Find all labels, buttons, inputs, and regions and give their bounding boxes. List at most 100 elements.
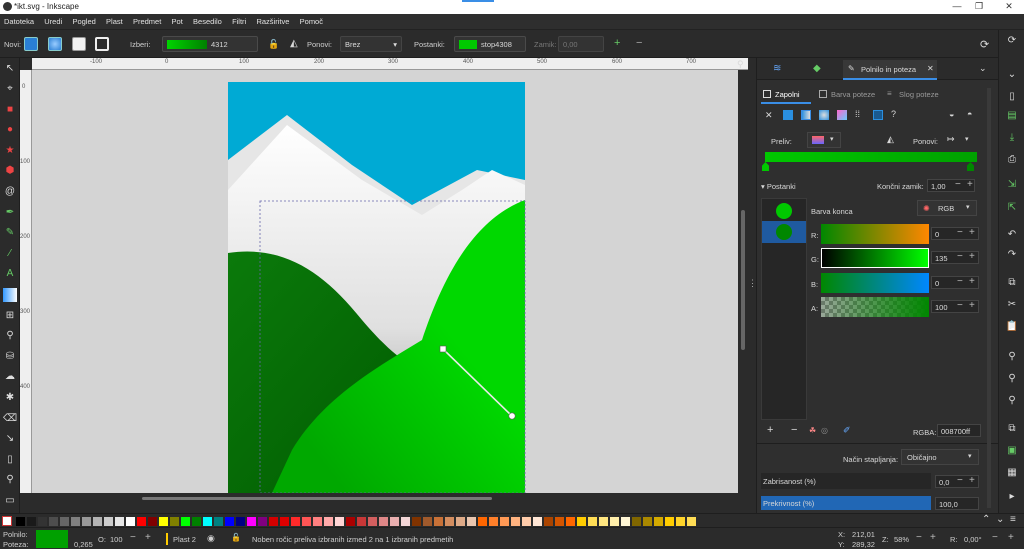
menu-extensions[interactable]: Razširitve [252,14,293,26]
canvas[interactable] [32,70,738,493]
fill-icon[interactable] [72,37,86,51]
palette-swatch[interactable] [610,517,619,526]
color-mode-select[interactable]: ✺ RGB ▾ [917,200,977,216]
palette-swatch[interactable] [533,517,542,526]
minus-icon[interactable]: − [957,475,963,486]
end-stop-marker[interactable] [967,162,974,171]
vertical-scrollbar[interactable] [738,70,748,493]
fill-indicator[interactable] [36,530,68,548]
palette-swatch[interactable] [192,517,201,526]
palette-swatch[interactable] [456,517,465,526]
no-paint-icon[interactable]: ✕ [765,110,773,121]
palette-swatch[interactable] [632,517,641,526]
palette-swatch[interactable] [16,517,25,526]
eraser-tool-icon[interactable]: ⌫ [3,412,17,426]
palette-swatch[interactable] [324,517,333,526]
palette-swatch[interactable] [82,517,91,526]
copy-icon[interactable]: ⧉ [1005,276,1019,290]
rgba-input[interactable]: 008700ff [937,424,981,437]
palette-swatch[interactable] [500,517,509,526]
add-stop-icon[interactable]: + [614,37,620,49]
minus-icon[interactable]: − [130,532,136,543]
zoom-selection-icon[interactable]: ⚲ [1005,350,1019,364]
layer-name[interactable]: Plast 2 [173,535,196,544]
objects-icon[interactable]: ◆ [813,63,821,74]
pen-tool-icon[interactable]: ✒ [3,206,17,220]
g-slider[interactable] [821,248,929,268]
minus-icon[interactable]: − [955,179,961,190]
lock-icon[interactable]: 🔓 [268,39,279,50]
tab-stroke-style[interactable]: Slog poteze [899,90,939,99]
b-slider[interactable] [821,273,929,293]
palette-swatch[interactable] [588,517,597,526]
tweak-tool-icon[interactable]: ☁ [3,370,17,384]
pattern-icon[interactable]: ⁞⁞ [855,109,860,119]
start-stop-marker[interactable] [762,162,769,171]
close-icon[interactable]: ✕ [927,64,934,73]
group-icon[interactable]: ▦ [1005,466,1019,480]
connector-tool-icon[interactable]: ↘ [3,432,17,446]
palette-swatch[interactable] [434,517,443,526]
mesh-gradient-icon[interactable] [837,110,847,120]
tab-fill[interactable]: Zapolni [775,90,800,99]
tab-stroke-paint[interactable]: Barva poteze [831,90,875,99]
print-icon[interactable]: ⎙ [1005,153,1019,167]
palette-swatch[interactable] [599,517,608,526]
clone-icon[interactable]: ▣ [1005,444,1019,458]
palette-swatch[interactable] [335,517,344,526]
spiral-tool-icon[interactable]: @ [3,185,17,199]
palette-swatch[interactable] [478,517,487,526]
palette-swatch[interactable] [665,517,674,526]
bucket-tool-icon[interactable]: ⛁ [3,350,17,364]
palette-swatch[interactable] [60,517,69,526]
palette-swatch[interactable] [313,517,322,526]
palette-swatch[interactable] [247,517,256,526]
stop-select[interactable]: stop4308 [454,36,526,52]
palette-swatch[interactable] [544,517,553,526]
gradient-start-handle[interactable] [439,345,447,353]
palette-swatch[interactable] [203,517,212,526]
blend-mode-select[interactable]: Običajno ▾ [901,449,979,465]
palette-swatch[interactable] [148,517,157,526]
plus-icon[interactable]: + [930,532,936,543]
ellipse-tool-icon[interactable]: ● [3,123,17,137]
close-button[interactable]: ✕ [996,1,1022,12]
out-of-gamut-icon[interactable]: ◎ [821,426,828,435]
palette-swatch[interactable] [423,517,432,526]
horizontal-scrollbar[interactable] [32,493,748,503]
minus-icon[interactable]: − [957,227,963,238]
palette-swatch[interactable] [621,517,630,526]
palette-swatch[interactable] [159,517,168,526]
plus-icon[interactable]: + [145,532,151,543]
minus-icon[interactable]: − [957,300,963,311]
rotation-value[interactable]: 0,00° [964,535,982,544]
delete-stop-icon[interactable]: − [636,37,642,49]
open-icon[interactable]: ▤ [1005,109,1019,123]
chevron-down-icon[interactable]: ⌄ [979,63,987,74]
zoom-value[interactable]: 58% [894,535,909,544]
palette-swatch[interactable] [489,517,498,526]
opacity-value[interactable]: 100 [110,535,123,544]
plus-icon[interactable]: + [967,179,973,190]
zoom-page-icon[interactable]: ⚲ [1005,394,1019,408]
offset-input[interactable]: 0,00 [558,36,604,52]
gradient-preview-bar[interactable] [765,152,977,162]
palette-swatch[interactable] [390,517,399,526]
hscroll-thumb[interactable] [142,497,492,500]
palette-swatch[interactable] [93,517,102,526]
gradient-tool-icon[interactable] [3,288,17,302]
visibility-icon[interactable]: ◉ [207,533,215,544]
remove-stop-icon[interactable]: − [791,424,797,436]
zoom-drawing-icon[interactable]: ⚲ [1005,372,1019,386]
paste-icon[interactable]: 📋 [1005,320,1019,334]
plus-icon[interactable]: + [969,475,975,486]
palette-swatch[interactable] [269,517,278,526]
fill-rule-nonzero-icon[interactable]: ◓ [967,109,972,119]
chevron-down-icon[interactable]: ▾ [965,135,969,143]
palette-swatch[interactable] [214,517,223,526]
dropper-tool-icon[interactable]: ⚲ [3,329,17,343]
export-icon[interactable]: ⇱ [1005,201,1019,215]
dock-scrollbar[interactable] [987,88,991,508]
redo-icon[interactable]: ↷ [1005,248,1019,262]
menu-view[interactable]: Pogled [68,14,99,26]
